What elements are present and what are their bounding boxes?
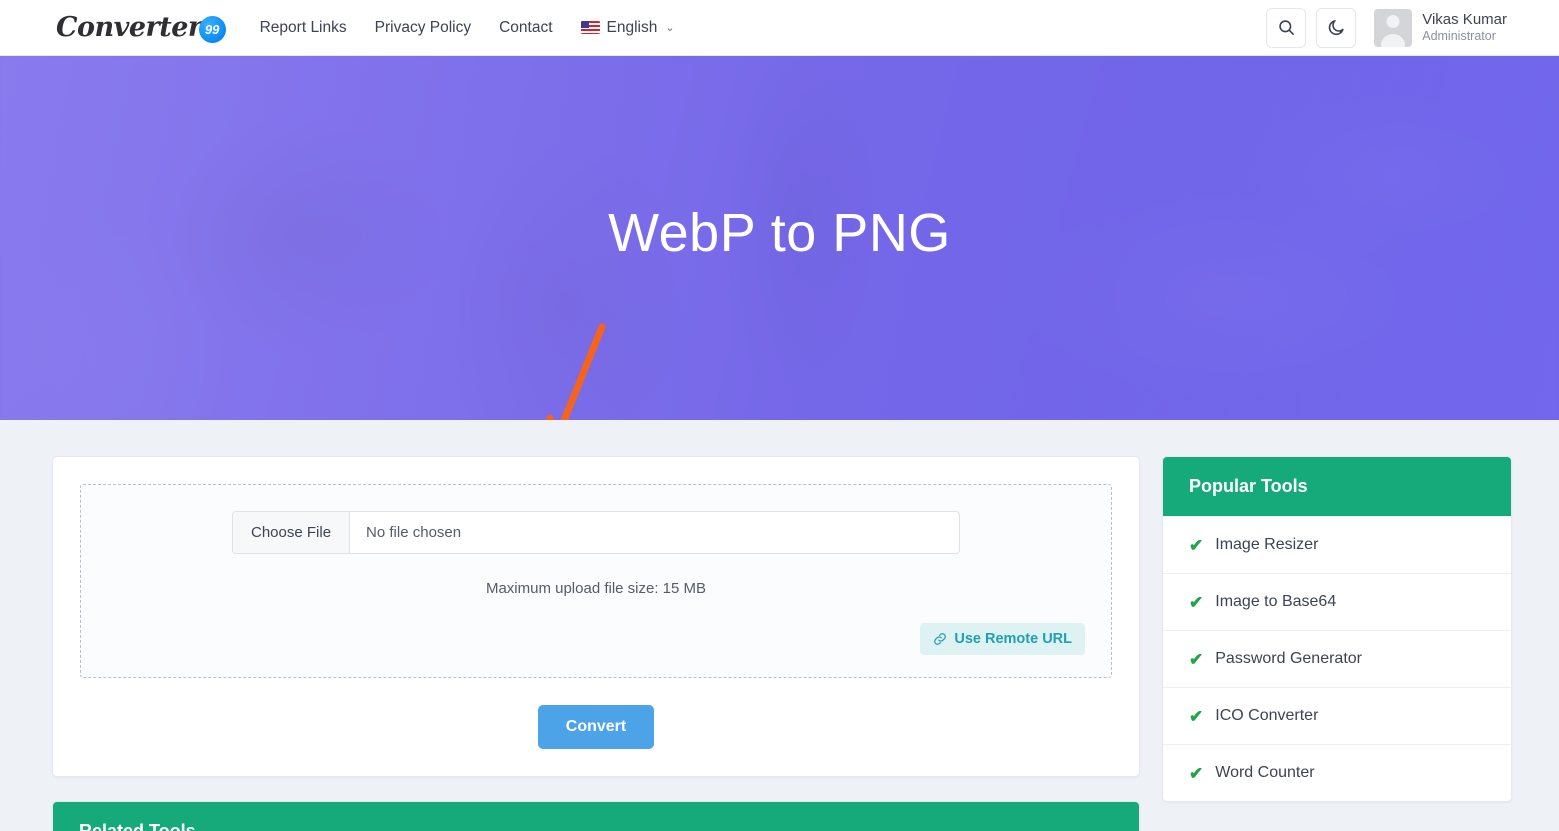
chosen-file-name: No file chosen (366, 524, 462, 541)
nav-item-contact[interactable]: Contact (499, 19, 552, 37)
related-tools-panel: Related Tools (52, 801, 1140, 831)
convert-button[interactable]: Convert (537, 705, 655, 749)
search-icon (1279, 20, 1294, 35)
check-icon: ✔ (1189, 535, 1204, 555)
main-nav: Report Links Privacy Policy Contact Engl… (260, 19, 675, 37)
search-button[interactable] (1266, 7, 1307, 48)
nav-item-privacy-policy[interactable]: Privacy Policy (375, 19, 471, 37)
sidebar-item-label: ICO Converter (1215, 707, 1319, 724)
annotation-arrow-icon (546, 323, 606, 420)
user-role: Administrator (1422, 29, 1496, 43)
convert-row: Convert (80, 705, 1112, 749)
use-remote-url-label: Use Remote URL (954, 631, 1072, 647)
sidebar-item-word-counter[interactable]: ✔ Word Counter (1163, 744, 1511, 801)
sidebar-column: Popular Tools ✔ Image Resizer ✔ Image to… (1162, 456, 1512, 831)
sidebar-item-password-generator[interactable]: ✔ Password Generator (1163, 630, 1511, 687)
popular-tools-panel: Popular Tools ✔ Image Resizer ✔ Image to… (1162, 456, 1512, 802)
logo-badge: 99 (198, 15, 226, 43)
max-upload-size-text: Maximum upload file size: 15 MB (485, 580, 707, 597)
us-flag-icon (580, 21, 600, 34)
file-dropzone[interactable]: Choose File No file chosen Maximum uploa… (80, 484, 1112, 678)
page-title: WebP to PNG (608, 203, 951, 263)
page-content: Choose File No file chosen Maximum uploa… (0, 420, 1559, 831)
link-icon (934, 633, 947, 645)
upload-card: Choose File No file chosen Maximum uploa… (52, 456, 1140, 777)
dark-mode-toggle[interactable] (1316, 7, 1357, 48)
use-remote-url-button[interactable]: Use Remote URL (920, 623, 1085, 655)
nav-item-report-links[interactable]: Report Links (260, 19, 347, 37)
header-actions: Vikas Kumar Administrator (1266, 7, 1507, 48)
avatar (1374, 8, 1413, 47)
check-icon: ✔ (1189, 706, 1204, 726)
sidebar-item-label: Password Generator (1215, 650, 1362, 667)
moon-icon (1328, 20, 1344, 36)
related-tools-title: Related Tools (53, 802, 1139, 831)
file-input-group[interactable]: Choose File No file chosen (232, 511, 960, 554)
logo-wordmark: Converter (56, 12, 202, 43)
language-selector[interactable]: English ⌄ (580, 18, 675, 37)
popular-tools-title: Popular Tools (1163, 457, 1511, 516)
main-column: Choose File No file chosen Maximum uploa… (52, 456, 1140, 831)
user-name: Vikas Kumar (1422, 10, 1507, 28)
sidebar-item-label: Image Resizer (1215, 536, 1319, 553)
chevron-down-icon: ⌄ (665, 22, 675, 34)
sidebar-item-image-to-base64[interactable]: ✔ Image to Base64 (1163, 573, 1511, 630)
site-logo[interactable]: Converter 99 (56, 12, 226, 43)
check-icon: ✔ (1189, 592, 1204, 612)
check-icon: ✔ (1189, 763, 1204, 783)
choose-file-button[interactable]: Choose File (233, 512, 351, 553)
hero-banner: WebP to PNG (0, 56, 1559, 420)
sidebar-item-label: Word Counter (1215, 764, 1315, 781)
remote-url-row: Use Remote URL (107, 623, 1085, 655)
sidebar-item-label: Image to Base64 (1215, 593, 1337, 610)
user-menu[interactable]: Vikas Kumar Administrator (1374, 8, 1507, 47)
check-icon: ✔ (1189, 649, 1204, 669)
sidebar-item-image-resizer[interactable]: ✔ Image Resizer (1163, 516, 1511, 573)
top-navigation-bar: Converter 99 Report Links Privacy Policy… (0, 0, 1559, 56)
language-label: English (606, 18, 658, 36)
sidebar-item-ico-converter[interactable]: ✔ ICO Converter (1163, 687, 1511, 744)
